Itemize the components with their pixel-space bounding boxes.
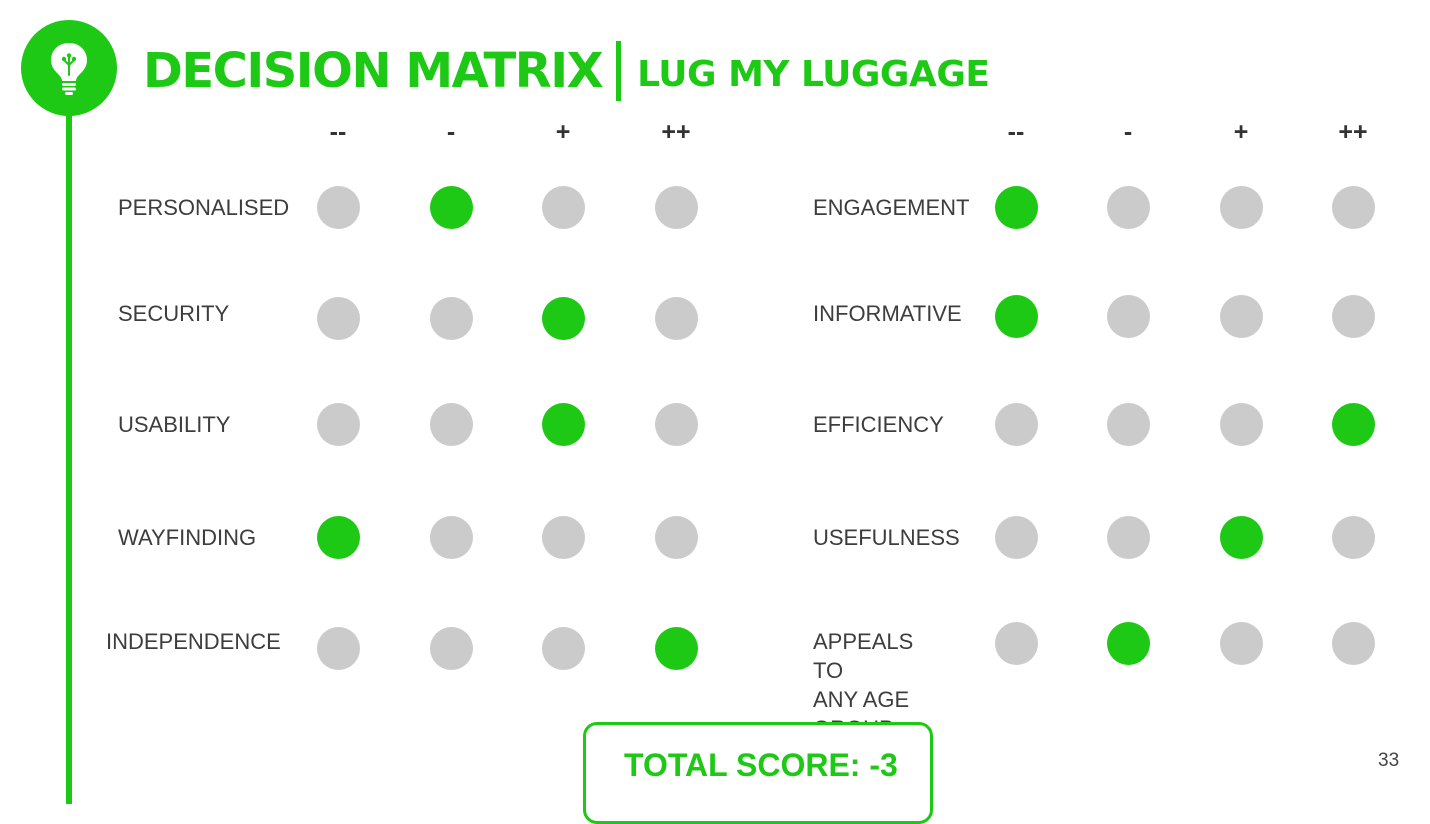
- rating-dot-selected: [541, 296, 585, 340]
- left-column-header: ++: [661, 118, 691, 146]
- rating-dot-selected: [541, 402, 585, 446]
- rating-dot: [1219, 402, 1263, 446]
- criterion-label: EFFICIENCY: [813, 412, 944, 437]
- rating-dot: [654, 185, 698, 229]
- rating-dot: [429, 515, 473, 559]
- right-column-header: ++: [1338, 118, 1368, 146]
- rating-dot: [429, 626, 473, 670]
- rating-dot: [316, 402, 360, 446]
- rating-dot: [541, 515, 585, 559]
- rating-dot: [1331, 621, 1375, 665]
- rating-dot: [1331, 515, 1375, 559]
- rating-dot: [316, 185, 360, 229]
- criterion-label: ENGAGEMENT: [813, 195, 970, 220]
- title-divider: [616, 41, 622, 101]
- logo-badge: [21, 20, 117, 116]
- timeline-line: [66, 100, 72, 804]
- rating-dot: [1106, 515, 1150, 559]
- rating-dot: [994, 621, 1038, 665]
- rating-dot-selected: [429, 185, 473, 229]
- rating-dot: [429, 402, 473, 446]
- criterion-label: USABILITY: [118, 412, 231, 437]
- rating-dot: [654, 402, 698, 446]
- rating-dot: [316, 296, 360, 340]
- rating-dot: [1219, 294, 1263, 338]
- rating-dot: [1331, 294, 1375, 338]
- left-column-header: -: [446, 118, 456, 146]
- right-column-header: --: [1007, 118, 1025, 146]
- total-score: TOTAL SCORE: -3: [624, 747, 898, 783]
- rating-dot: [1106, 402, 1150, 446]
- rating-dot: [541, 626, 585, 670]
- criterion-label: SECURITY: [118, 301, 230, 326]
- rating-dot: [1219, 185, 1263, 229]
- rating-dot: [654, 296, 698, 340]
- rating-dot-selected: [1331, 402, 1375, 446]
- criterion-label: INDEPENDENCE: [106, 629, 281, 654]
- criterion-label: PERSONALISED: [118, 195, 290, 220]
- criterion-label: INFORMATIVE: [813, 301, 962, 326]
- criterion-label: WAYFINDING: [118, 525, 257, 550]
- left-column-header: --: [329, 118, 347, 146]
- right-column-header: +: [1233, 118, 1249, 146]
- lightbulb-icon: [51, 43, 87, 95]
- rating-dot-selected: [1106, 621, 1150, 665]
- rating-dot: [1219, 621, 1263, 665]
- rating-dot: [1106, 294, 1150, 338]
- page-subtitle: LUG MY LUGGAGE: [637, 53, 990, 95]
- left-column-header: +: [555, 118, 571, 146]
- rating-dot: [429, 296, 473, 340]
- rating-dot-selected: [994, 294, 1038, 338]
- rating-dot-selected: [316, 515, 360, 559]
- page-title: DECISION MATRIX: [143, 43, 604, 99]
- rating-dot: [654, 515, 698, 559]
- rating-dot: [541, 185, 585, 229]
- right-column-header: -: [1123, 118, 1133, 146]
- slide-title: DECISION MATRIX LUG MY LUGGAGE: [143, 38, 990, 104]
- total-score-box: TOTAL SCORE: -3: [583, 722, 933, 824]
- rating-dot: [316, 626, 360, 670]
- rating-dot: [994, 515, 1038, 559]
- rating-dot: [994, 402, 1038, 446]
- criterion-label: USEFULNESS: [813, 525, 960, 550]
- rating-dot-selected: [1219, 515, 1263, 559]
- page-number: 33: [1378, 750, 1400, 771]
- rating-dot-selected: [654, 626, 698, 670]
- rating-dot: [1106, 185, 1150, 229]
- rating-dot-selected: [994, 185, 1038, 229]
- rating-dot: [1331, 185, 1375, 229]
